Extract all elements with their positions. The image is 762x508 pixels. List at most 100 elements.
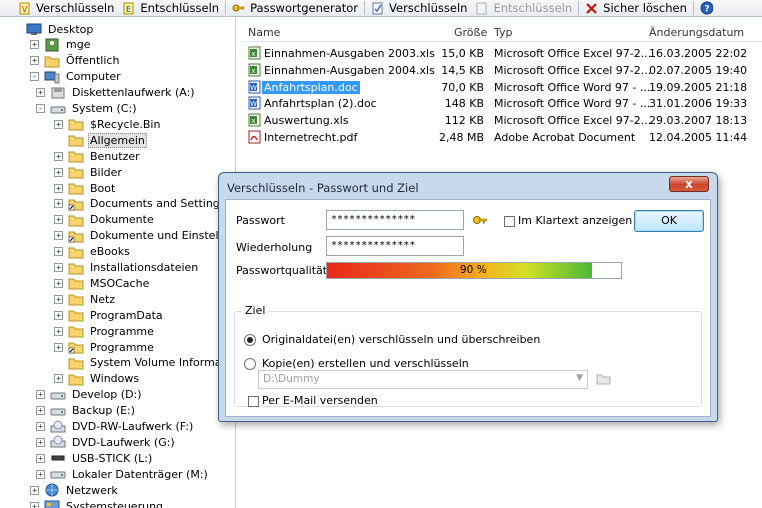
tree-item[interactable]: + Programme xyxy=(54,323,156,339)
file-date: 31.01.2006 19:33 xyxy=(649,97,748,111)
tree-item[interactable]: + Netzwerk xyxy=(30,482,120,498)
tree-item[interactable]: + Systemsteuerung xyxy=(30,498,165,508)
expand-icon[interactable]: + xyxy=(36,390,45,400)
email-checkbox[interactable] xyxy=(248,396,259,407)
expand-icon[interactable]: + xyxy=(54,326,63,336)
tree-item[interactable]: + Lokaler Datenträger (M:) xyxy=(36,466,210,482)
folder-icon xyxy=(68,245,84,259)
expand-icon[interactable]: + xyxy=(54,278,63,288)
file-date: 02.07.2005 19:40 xyxy=(649,63,748,77)
expand-icon[interactable]: + xyxy=(30,56,39,66)
tree-item[interactable]: + eBooks xyxy=(54,244,132,260)
tree-item[interactable]: + Windows xyxy=(54,371,141,387)
file-row[interactable]: x Einnahmen-Ausgaben 2003.xls 15,0 KB Micro… xyxy=(242,45,762,62)
tree-item[interactable]: + DVD-Laufwerk (G:) xyxy=(36,434,177,450)
secure-delete-button[interactable]: Sicher löschen xyxy=(581,0,691,17)
tree-item[interactable]: + Dokumente und Einstellung xyxy=(54,228,235,244)
svg-text:V: V xyxy=(22,5,28,14)
tree-item[interactable]: + Boot xyxy=(54,180,117,196)
tree-item[interactable]: + Dokumente xyxy=(54,212,156,228)
file-size: 112 KB xyxy=(444,114,484,128)
expand-icon[interactable]: + xyxy=(54,183,63,193)
expand-icon[interactable]: + xyxy=(36,422,45,431)
dialog-close-button[interactable]: x xyxy=(669,176,709,192)
expand-icon[interactable]: + xyxy=(36,469,45,479)
expand-icon[interactable]: + xyxy=(54,310,63,320)
cleartext-checkbox[interactable] xyxy=(504,216,515,227)
toolbar: V Verschlüsseln E Entschlüsseln Passwort… xyxy=(0,0,762,17)
decrypt-file-button[interactable]: Entschlüsseln xyxy=(471,0,576,17)
ok-button[interactable]: OK xyxy=(634,210,704,232)
tree-item[interactable]: + USB-STICK (L:) xyxy=(36,450,154,466)
file-row[interactable]: Internetrecht.pdf 2,48 MB Adobe Acrobat Do… xyxy=(242,129,762,146)
decrypt-button[interactable]: E Entschlüsseln xyxy=(118,0,223,17)
tree-item[interactable]: + $Recycle.Bin xyxy=(54,116,162,132)
password-generator-button[interactable]: Passwortgenerator xyxy=(228,0,362,17)
expand-icon[interactable]: + xyxy=(36,437,45,447)
expand-icon[interactable]: + xyxy=(54,294,63,304)
file-row[interactable]: W Anfahrtsplan (2).doc 148 KB Microsoft Off… xyxy=(242,95,762,112)
folder-tree[interactable]: Desktop + mge + Öffentlich - Computer + Diskette… xyxy=(0,18,236,508)
tree-item[interactable]: Allgemein xyxy=(54,132,147,148)
tree-item[interactable]: + Documents and Settings xyxy=(54,196,228,212)
expand-icon[interactable]: + xyxy=(30,485,39,495)
target-path-combo[interactable]: D:\Dummy ▼ xyxy=(258,370,588,389)
file-type: Microsoft Office Word 97 - ... xyxy=(494,80,651,94)
overwrite-radio[interactable] xyxy=(244,334,256,346)
tree-item[interactable]: + Installationsdateien xyxy=(54,260,200,276)
tree-item[interactable]: + Öffentlich xyxy=(30,53,121,69)
tree-item[interactable]: + Netz xyxy=(54,291,117,307)
encrypt-file-button[interactable]: Verschlüsseln xyxy=(367,0,471,17)
tree-item[interactable]: - System (C:) xyxy=(36,101,139,117)
password-field[interactable]: ************** xyxy=(326,210,464,230)
tree-item[interactable]: - Computer xyxy=(30,69,123,85)
expand-icon[interactable]: + xyxy=(30,40,39,50)
expand-icon[interactable]: + xyxy=(54,342,63,352)
expand-icon[interactable]: + xyxy=(36,406,45,416)
tree-item[interactable]: + MSOCache xyxy=(54,275,151,291)
tree-item[interactable]: + DVD-RW-Laufwerk (F:) xyxy=(36,419,195,435)
expand-icon[interactable]: + xyxy=(54,263,63,272)
tree-item[interactable]: + Bilder xyxy=(54,164,124,180)
browse-folder-icon[interactable] xyxy=(596,372,612,389)
tree-item[interactable]: + ProgramData xyxy=(54,307,165,323)
expand-icon[interactable]: + xyxy=(54,231,63,241)
tree-item[interactable]: + Diskettenlaufwerk (A:) xyxy=(36,85,197,101)
file-row[interactable]: x Einnahmen-Ausgaben 2004.xls 14,5 KB Micro… xyxy=(242,62,762,79)
copy-radio[interactable] xyxy=(244,358,256,370)
tree-item[interactable]: + mge xyxy=(30,37,92,53)
collapse-icon[interactable]: - xyxy=(36,104,45,113)
expand-icon[interactable]: + xyxy=(54,119,63,129)
file-row[interactable]: x Auswertung.xls 112 KB Microsoft Office Ex… xyxy=(242,112,762,129)
file-date: 12.04.2005 11:44 xyxy=(649,131,748,144)
tree-item[interactable]: + Benutzer xyxy=(54,148,142,164)
file-row[interactable]: W Anfahrtsplan.doc 70,0 KB Microsoft Office… xyxy=(242,79,762,96)
file-date: 19.09.2005 21:18 xyxy=(649,80,748,94)
tree-item[interactable]: + Develop (D:) xyxy=(36,387,144,403)
key-icon[interactable] xyxy=(472,212,488,231)
expand-icon[interactable]: + xyxy=(36,453,45,463)
column-header-size[interactable]: Größe xyxy=(454,26,487,39)
column-header-type[interactable]: Typ xyxy=(494,26,513,39)
expand-icon[interactable]: + xyxy=(54,374,63,384)
expand-icon[interactable]: + xyxy=(54,215,63,225)
encrypt-button[interactable]: V Verschlüsseln xyxy=(14,0,118,17)
expand-icon[interactable]: + xyxy=(54,167,63,177)
tree-item[interactable]: + Programme xyxy=(54,339,156,355)
collapse-icon[interactable]: - xyxy=(30,72,39,82)
tree-item[interactable]: System Volume Information xyxy=(54,355,235,371)
expand-icon[interactable]: + xyxy=(54,247,63,257)
expand-icon[interactable]: + xyxy=(54,199,63,209)
word-file-icon: W xyxy=(248,80,262,94)
email-label: Per E-Mail versenden xyxy=(262,394,378,407)
tree-item[interactable]: + Backup (E:) xyxy=(36,403,137,419)
tree-item[interactable]: Desktop xyxy=(12,21,95,37)
expand-icon[interactable]: + xyxy=(54,151,63,161)
column-header-date[interactable]: Änderungsdatum xyxy=(649,26,744,39)
repeat-field[interactable]: ************** xyxy=(326,236,464,256)
help-button[interactable]: ? xyxy=(696,0,722,17)
expand-icon[interactable]: + xyxy=(30,501,39,508)
expand-icon[interactable]: + xyxy=(36,88,45,98)
column-header-name[interactable]: Name xyxy=(248,26,280,39)
network-icon xyxy=(44,483,60,497)
